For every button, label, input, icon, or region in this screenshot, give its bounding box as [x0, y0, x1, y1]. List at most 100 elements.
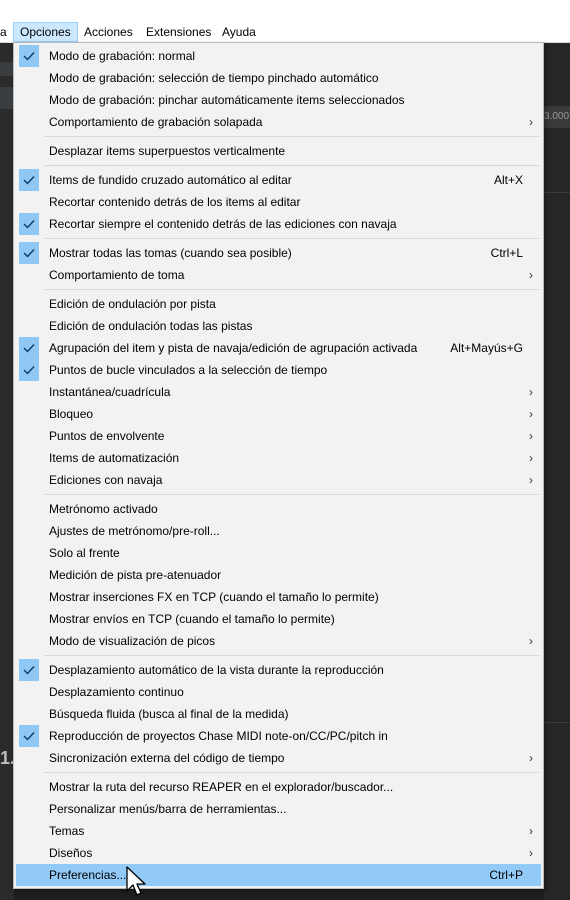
menu-item-shortcut: Alt+Mayús+G: [450, 341, 523, 355]
menu-item-temas[interactable]: Temas ›: [16, 820, 541, 842]
menu-item-items-de-fundido-cruzado-automatico-al-editar[interactable]: Items de fundido cruzado automático al e…: [16, 169, 541, 191]
menu-item-busqueda-fluida-busca-al-final-de-la-medida[interactable]: Búsqueda fluida (busca al final de la me…: [16, 703, 541, 725]
menu-item-shortcut: Ctrl+P: [489, 868, 523, 882]
menu-item-ajustes-de-metronomo-pre-roll[interactable]: Ajustes de metrónomo/pre-roll...: [16, 520, 541, 542]
menu-item-sincronizacion-externa-del-codigo-de-tiempo[interactable]: Sincronización externa del código de tie…: [16, 747, 541, 769]
check-icon: [19, 359, 39, 381]
track-divider: [544, 722, 570, 723]
menu-item-label: Comportamiento de toma: [49, 268, 185, 282]
menu-item-items-de-automatizacion[interactable]: Items de automatización ›: [16, 447, 541, 469]
menubar-item-extensiones[interactable]: Extensiones: [140, 22, 217, 42]
menu-separator: [44, 494, 539, 495]
menu-item-bloqueo[interactable]: Bloqueo ›: [16, 403, 541, 425]
menu-item-label: Personalizar menús/barra de herramientas…: [49, 802, 287, 816]
check-icon: [19, 337, 39, 359]
check-icon: [19, 659, 39, 681]
menu-item-modo-de-visualizacion-de-picos[interactable]: Modo de visualización de picos ›: [16, 630, 541, 652]
chevron-right-icon: ›: [529, 268, 533, 282]
options-dropdown-menu: Modo de grabación: normal Modo de grabaci…: [13, 42, 544, 889]
chevron-right-icon: ›: [529, 473, 533, 487]
menu-item-mostrar-la-ruta-del-recurso-reaper-en-el-explora[interactable]: Mostrar la ruta del recurso REAPER en el…: [16, 776, 541, 798]
menu-item-label: Desplazar items superpuestos verticalmen…: [49, 144, 286, 158]
menu-item-mostrar-inserciones-fx-en-tcp-cuando-el-tamano-l[interactable]: Mostrar inserciones FX en TCP (cuando el…: [16, 586, 541, 608]
check-icon: [19, 169, 39, 191]
menu-item-edicion-de-ondulacion-todas-las-pistas[interactable]: Edición de ondulación todas las pistas: [16, 315, 541, 337]
chevron-right-icon: ›: [529, 634, 533, 648]
menu-item-label: Comportamiento de grabación solapada: [49, 115, 263, 129]
background-left-panel: [0, 42, 14, 900]
menu-item-label: Bloqueo: [49, 407, 94, 421]
menu-item-disenos[interactable]: Diseños ›: [16, 842, 541, 864]
menu-separator: [44, 165, 539, 166]
menu-item-shortcut: Alt+X: [493, 173, 523, 187]
menu-item-label: Ediciones con navaja: [49, 473, 163, 487]
chevron-right-icon: ›: [529, 429, 533, 443]
menu-item-label: Búsqueda fluida (busca al final de la me…: [49, 707, 289, 721]
menu-item-ediciones-con-navaja[interactable]: Ediciones con navaja ›: [16, 469, 541, 491]
menu-item-label: Puntos de envolvente: [49, 429, 165, 443]
menu-item-puntos-de-bucle-vinculados-a-la-seleccion-de-tie[interactable]: Puntos de bucle vinculados a la selecció…: [16, 359, 541, 381]
menu-item-desplazar-items-superpuestos-verticalmente[interactable]: Desplazar items superpuestos verticalmen…: [16, 140, 541, 162]
chevron-right-icon: ›: [529, 451, 533, 465]
menu-item-label: Solo al frente: [49, 546, 120, 560]
menu-item-instantanea-cuadricula[interactable]: Instantánea/cuadrícula ›: [16, 381, 541, 403]
menu-separator: [44, 655, 539, 656]
menu-item-label: Metrónomo activado: [49, 502, 158, 516]
chevron-right-icon: ›: [529, 115, 533, 129]
background-arrange-view: 3.000: [544, 42, 570, 900]
menu-item-label: Recortar siempre el contenido detrás de …: [49, 217, 397, 231]
menu-separator: [44, 289, 539, 290]
mouse-pointer-icon: [126, 866, 146, 896]
menubar-item-a[interactable]: a: [0, 22, 13, 42]
menu-item-label: Modo de visualización de picos: [49, 634, 216, 648]
chevron-right-icon: ›: [529, 824, 533, 838]
background-block: [0, 62, 14, 76]
menu-item-recortar-siempre-el-contenido-detras-de-las-edic[interactable]: Recortar siempre el contenido detrás de …: [16, 213, 541, 235]
menu-item-medicion-de-pista-pre-atenuador[interactable]: Medición de pista pre-atenuador: [16, 564, 541, 586]
menu-item-label: Medición de pista pre-atenuador: [49, 568, 222, 582]
menu-item-recortar-contenido-detras-de-los-items-al-editar[interactable]: Recortar contenido detrás de los items a…: [16, 191, 541, 213]
menubar-item-acciones[interactable]: Acciones: [78, 22, 139, 42]
menu-separator: [44, 238, 539, 239]
menu-item-solo-al-frente[interactable]: Solo al frente: [16, 542, 541, 564]
menu-item-label: Edición de ondulación por pista: [49, 297, 216, 311]
menu-item-modo-de-grabacion-normal[interactable]: Modo de grabación: normal: [16, 45, 541, 67]
background-block: [0, 87, 14, 109]
menu-item-comportamiento-de-grabacion-solapada[interactable]: Comportamiento de grabación solapada ›: [16, 111, 541, 133]
check-icon: [19, 725, 39, 747]
menu-item-label: Temas: [49, 824, 85, 838]
menu-item-label: Reproducción de proyectos Chase MIDI not…: [49, 729, 388, 743]
chevron-right-icon: ›: [529, 751, 533, 765]
menu-item-modo-de-grabacion-seleccion-de-tiempo-pinchado-a[interactable]: Modo de grabación: selección de tiempo p…: [16, 67, 541, 89]
menubar-item-opciones[interactable]: Opciones: [13, 22, 78, 42]
menubar-item-ayuda[interactable]: Ayuda: [216, 22, 262, 42]
menu-item-label: Sincronización externa del código de tie…: [49, 751, 285, 765]
menu-item-label: Modo de grabación: normal: [49, 49, 196, 63]
menu-item-modo-de-grabacion-pinchar-automaticamente-items-[interactable]: Modo de grabación: pinchar automáticamen…: [16, 89, 541, 111]
background-left-text: 1.: [0, 748, 14, 768]
menu-item-mostrar-envios-en-tcp-cuando-el-tamano-lo-permit[interactable]: Mostrar envíos en TCP (cuando el tamaño …: [16, 608, 541, 630]
chevron-right-icon: ›: [529, 407, 533, 421]
menu-item-agrupacion-del-item-y-pista-de-navaja-edicion-de[interactable]: Agrupación del item y pista de navaja/ed…: [16, 337, 541, 359]
chevron-right-icon: ›: [529, 385, 533, 399]
menu-item-label: Puntos de bucle vinculados a la selecció…: [49, 363, 328, 377]
menu-item-label: Mostrar envíos en TCP (cuando el tamaño …: [49, 612, 335, 626]
menu-item-reproduccion-de-proyectos-chase-midi-note-on-cc-[interactable]: Reproducción de proyectos Chase MIDI not…: [16, 725, 541, 747]
menu-item-label: Preferencias...: [49, 868, 127, 882]
menu-item-preferencias[interactable]: Preferencias... Ctrl+P: [16, 864, 541, 886]
menu-item-mostrar-todas-las-tomas-cuando-sea-posible[interactable]: Mostrar todas las tomas (cuando sea posi…: [16, 242, 541, 264]
check-icon: [19, 242, 39, 264]
check-icon: [19, 213, 39, 235]
menu-item-desplazamiento-continuo[interactable]: Desplazamiento continuo: [16, 681, 541, 703]
chevron-right-icon: ›: [529, 846, 533, 860]
menu-item-metronomo-activado[interactable]: Metrónomo activado: [16, 498, 541, 520]
menu-item-comportamiento-de-toma[interactable]: Comportamiento de toma ›: [16, 264, 541, 286]
check-icon: [19, 45, 39, 67]
menu-item-puntos-de-envolvente[interactable]: Puntos de envolvente ›: [16, 425, 541, 447]
menu-bar: a Opciones Acciones Extensiones Ayuda: [0, 0, 570, 43]
menu-item-label: Mostrar inserciones FX en TCP (cuando el…: [49, 590, 379, 604]
menu-item-label: Edición de ondulación todas las pistas: [49, 319, 253, 333]
menu-item-edicion-de-ondulacion-por-pista[interactable]: Edición de ondulación por pista: [16, 293, 541, 315]
menu-item-personalizar-menus-barra-de-herramientas[interactable]: Personalizar menús/barra de herramientas…: [16, 798, 541, 820]
menu-item-desplazamiento-automatico-de-la-vista-durante-la[interactable]: Desplazamiento automático de la vista du…: [16, 659, 541, 681]
